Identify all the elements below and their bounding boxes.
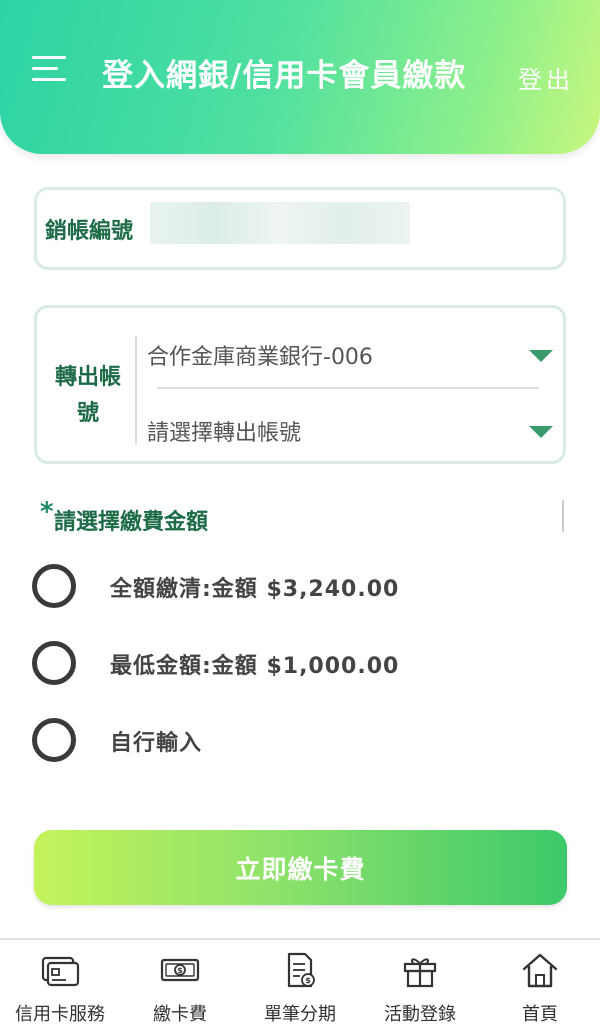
account-select-value: 請選擇轉出帳號 — [147, 421, 302, 446]
svg-text:$: $ — [305, 976, 311, 985]
account-number-value-masked — [150, 202, 410, 244]
radio-button[interactable] — [32, 564, 76, 608]
hamburger-menu-icon[interactable] — [32, 56, 68, 84]
app-header: 登入網銀/信用卡會員繳款 登出 — [0, 0, 600, 154]
option-custom-amount[interactable]: 自行輸入 — [32, 716, 552, 764]
bank-select[interactable]: 合作金庫商業銀行-006 — [147, 335, 553, 375]
nav-label: 信用卡服務 — [15, 1004, 105, 1025]
option-full-payment[interactable]: 全額繳清:金額 $3,240.00 — [32, 562, 552, 610]
nav-label: 活動登錄 — [384, 1004, 456, 1025]
svg-text:$: $ — [177, 966, 183, 975]
home-icon — [522, 953, 558, 988]
nav-label: 繳卡費 — [153, 1004, 207, 1025]
pay-now-button[interactable]: 立即繳卡費 — [34, 830, 567, 905]
logout-button[interactable]: 登出 — [518, 60, 574, 95]
page-title: 登入網銀/信用卡會員繳款 — [102, 58, 467, 94]
dropdown-arrow-icon — [529, 426, 553, 438]
document-coin-icon: $ — [287, 952, 315, 988]
radio-button[interactable] — [32, 718, 76, 762]
radio-button[interactable] — [32, 641, 76, 685]
option-label: 自行輸入 — [110, 731, 203, 756]
dropdown-arrow-icon — [529, 350, 553, 362]
bottom-navigation: 信用卡服務 $ 繳卡費 $ 單筆分期 活動登錄 首頁 — [0, 938, 600, 1030]
option-minimum-payment[interactable]: 最低金額:金額 $1,000.00 — [32, 639, 552, 687]
nav-item-home[interactable]: 首頁 — [480, 940, 600, 1030]
nav-item-pay-bill[interactable]: $ 繳卡費 — [120, 940, 240, 1030]
option-label: 全額繳清:金額 $3,240.00 — [110, 577, 400, 602]
nav-item-credit-card-service[interactable]: 信用卡服務 — [0, 940, 120, 1030]
select-divider — [157, 387, 539, 389]
nav-item-event-registration[interactable]: 活動登錄 — [360, 940, 480, 1030]
bank-select-value: 合作金庫商業銀行-006 — [147, 345, 373, 370]
cash-icon: $ — [160, 958, 200, 982]
required-asterisk: * — [40, 497, 54, 527]
transfer-account-label: 轉出帳 號 — [54, 365, 121, 426]
transfer-account-card: 轉出帳 號 合作金庫商業銀行-006 請選擇轉出帳號 — [34, 305, 566, 464]
gift-icon — [403, 958, 437, 988]
option-label: 最低金額:金額 $1,000.00 — [110, 654, 400, 679]
pay-now-label: 立即繳卡費 — [235, 855, 366, 884]
account-select[interactable]: 請選擇轉出帳號 — [147, 411, 553, 451]
divider — [562, 500, 564, 532]
nav-label: 首頁 — [522, 1004, 558, 1025]
account-number-label: 銷帳編號 — [45, 219, 134, 244]
credit-card-icon — [41, 956, 80, 987]
amount-title: 請選擇繳費金額 — [54, 510, 209, 535]
account-number-card: 銷帳編號 — [34, 187, 566, 270]
label-divider — [135, 336, 137, 444]
nav-item-installment[interactable]: $ 單筆分期 — [240, 940, 360, 1030]
nav-label: 單筆分期 — [264, 1004, 336, 1025]
